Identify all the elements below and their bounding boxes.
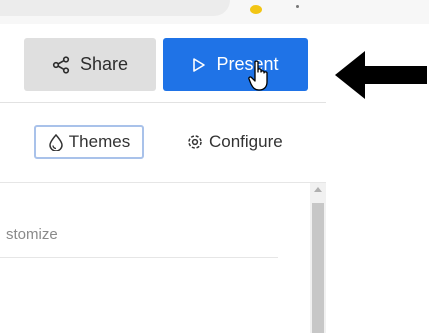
toolbar-divider: [0, 102, 326, 103]
share-button[interactable]: Share: [24, 38, 156, 91]
theme-panel: [0, 183, 310, 333]
hand-pointer-icon: [248, 60, 268, 91]
gear-icon: [188, 135, 202, 149]
share-icon: [52, 55, 70, 74]
tab-configure-label: Configure: [209, 132, 283, 151]
tab-themes-label: Themes: [68, 132, 131, 151]
droplet-icon: [49, 133, 63, 151]
panel-scrollbar[interactable]: [310, 183, 326, 333]
customize-divider: [0, 257, 278, 258]
customize-label[interactable]: stomize: [6, 226, 58, 243]
scroll-thumb[interactable]: [312, 203, 324, 333]
left-arrow-icon: [335, 51, 427, 99]
tab-themes[interactable]: Themes: [34, 125, 144, 159]
top-bar: [0, 0, 429, 24]
present-button[interactable]: Present: [163, 38, 308, 91]
more-menu-icon[interactable]: [296, 5, 299, 8]
tab-configure[interactable]: Configure: [186, 125, 283, 159]
avatar[interactable]: [250, 5, 262, 14]
share-button-label: Share: [79, 54, 129, 74]
play-outline-icon: [193, 57, 206, 72]
scroll-up-icon[interactable]: [314, 187, 322, 192]
search-bar[interactable]: [0, 0, 230, 16]
